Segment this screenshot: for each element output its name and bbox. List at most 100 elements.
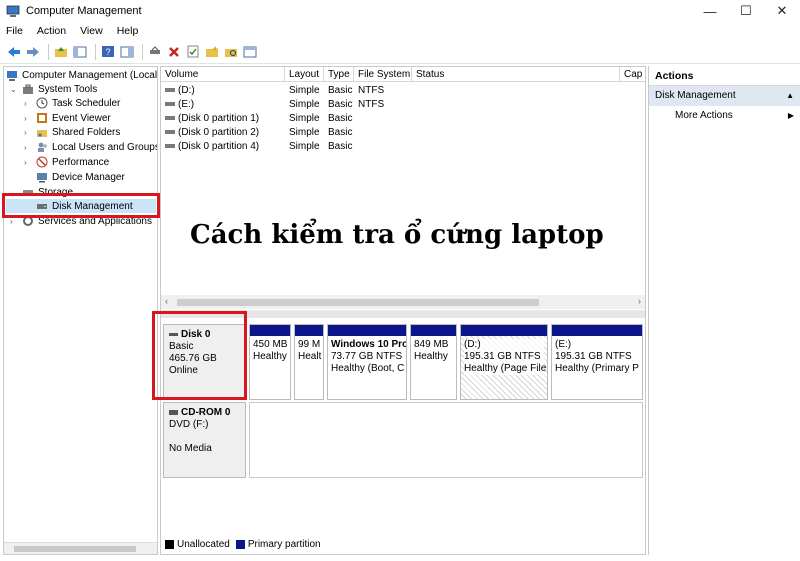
volume-type: Basic [328,84,353,96]
menu-help[interactable]: Help [117,25,139,37]
new-folder-icon[interactable] [204,44,220,60]
partition-block[interactable]: 99 M Healt [294,324,324,400]
tree-item-task-scheduler[interactable]: › Task Scheduler [24,96,120,110]
table-row[interactable]: (Disk 0 partition 4) Simple Basic [161,139,412,153]
tree-label-local-users: Local Users and Groups [52,141,158,153]
column-type[interactable]: Type [324,67,354,82]
up-folder-icon[interactable] [53,44,69,60]
table-row[interactable]: (Disk 0 partition 1) Simple Basic [161,111,412,125]
partition-block[interactable]: Windows 10 Pro 73.77 GB NTFS Healthy (Bo… [327,324,407,400]
volume-name: (Disk 0 partition 2) [178,126,260,138]
help-icon[interactable]: ? [100,44,116,60]
chevron-right-icon[interactable]: › [24,99,34,108]
tree-item-disk-management[interactable]: Disk Management [6,199,156,213]
cdrom-status: No Media [169,443,212,454]
partition-block-selected[interactable]: (D:) 195.31 GB NTFS Healthy (Page File, [460,324,548,400]
volume-layout: Simple [289,140,320,152]
tree-item-performance[interactable]: › Performance [24,155,109,169]
tree-item-shared-folders[interactable]: › Shared Folders [24,125,120,139]
chevron-right-icon[interactable]: › [24,158,34,167]
partition-status: Healthy (Page File, [464,363,548,374]
tree-horizontal-scrollbar[interactable] [4,542,157,554]
volume-table-header: Volume Layout Type File System Status Ca… [161,67,645,82]
checklist-icon[interactable] [185,44,201,60]
column-volume[interactable]: Volume [161,67,285,82]
partition-block[interactable]: (E:) 195.31 GB NTFS Healthy (Primary P [551,324,643,400]
chevron-right-icon[interactable]: › [24,143,34,152]
tree-item-event-viewer[interactable]: › Event Viewer [24,111,111,125]
console-view-icon[interactable] [242,44,258,60]
chevron-right-icon[interactable]: › [24,114,34,123]
cdrom-0-label[interactable]: CD-ROM 0 DVD (F:) No Media [163,402,246,478]
delete-icon[interactable] [166,44,182,60]
chevron-right-icon[interactable]: › [10,217,20,226]
tree-item-device-manager[interactable]: Device Manager [36,170,125,184]
scrollbar-thumb[interactable] [177,299,539,306]
actions-section-disk-management[interactable]: Disk Management ▲ [649,86,800,106]
tree-item-local-users[interactable]: › Local Users and Groups [24,140,158,154]
volume-name: (Disk 0 partition 1) [178,112,260,124]
tree-item-root[interactable]: Computer Management (Local [6,68,157,82]
partition-title: Windows 10 Pro [331,339,407,350]
tree-item-system-tools[interactable]: ⌄ System Tools [10,82,97,96]
tree-label-shared-folders: Shared Folders [52,126,121,138]
tree-item-services[interactable]: › Services and Applications [10,214,152,228]
chevron-down-icon[interactable]: ⌄ [10,85,20,94]
legend-unallocated-swatch [165,539,174,549]
maximize-button[interactable]: ☐ [728,0,764,22]
column-status[interactable]: Status [412,67,620,82]
show-hide-tree-icon[interactable] [72,44,88,60]
partition-color-bar [328,325,406,336]
tree-item-storage[interactable]: ⌄ Storage [10,185,73,199]
close-button[interactable]: ✕ [764,0,800,22]
partition-status: Healthy (Primary P [555,363,639,374]
table-row[interactable]: (E:) Simple Basic NTFS [161,97,412,111]
disk-graphical-view: Disk 0 Basic 465.76 GB Online 450 MB Hea… [161,318,645,538]
collapse-arrow-icon[interactable]: ▲ [786,86,794,106]
chevron-right-icon[interactable]: › [24,128,34,137]
menu-file[interactable]: File [6,25,23,37]
tree-label-performance: Performance [52,156,110,168]
partition-block[interactable]: 849 MB Healthy [410,324,457,400]
pane-splitter[interactable] [161,310,645,318]
more-actions-item[interactable]: More Actions ▶ [649,106,800,126]
back-arrow-icon[interactable] [6,44,22,60]
column-capacity[interactable]: Cap [620,67,645,82]
column-file-system[interactable]: File System [354,67,412,82]
legend-primary-label: Primary partition [247,538,321,550]
column-layout[interactable]: Layout [285,67,324,82]
properties-pane-icon[interactable] [119,44,135,60]
scrollbar-thumb[interactable] [14,546,136,552]
minimize-button[interactable]: — [692,0,728,22]
search-folder-icon[interactable] [223,44,239,60]
disk-name: Disk 0 [181,329,211,340]
disk-management-icon [36,200,48,212]
chevron-down-icon[interactable]: ⌄ [10,188,20,197]
overlay-caption: Cách kiểm tra ổ cứng laptop [190,220,604,250]
tree-label-storage: Storage [38,186,74,198]
menu-action[interactable]: Action [37,25,66,37]
svg-text:?: ? [105,47,110,57]
scroll-right-icon[interactable]: › [638,296,641,306]
partition-block[interactable]: 450 MB Healthy [249,324,291,400]
actions-section-label: Disk Management [655,90,736,101]
table-row[interactable]: (D:) Simple Basic NTFS [161,83,412,97]
forward-arrow-icon[interactable] [25,44,41,60]
volume-table-horizontal-scrollbar[interactable]: ‹ › [161,295,645,309]
partition-size: 195.31 GB NTFS [555,351,632,362]
menu-view[interactable]: View [80,25,103,37]
volume-name: (D:) [178,84,195,96]
connect-drive-icon[interactable] [147,44,163,60]
table-row[interactable]: (Disk 0 partition 2) Simple Basic [161,125,412,139]
tree-label-root: Computer Management (Local [22,69,158,81]
scroll-left-icon[interactable]: ‹ [165,296,168,306]
performance-icon [36,156,48,168]
volume-type: Basic [328,112,353,124]
volume-layout: Simple [289,112,320,124]
partition-title: (E:) [555,339,572,350]
actions-header: Actions [649,66,800,86]
disk-management-pane: Volume Layout Type File System Status Ca… [160,66,646,555]
computer-management-icon [6,5,20,17]
cdrom-empty-area[interactable] [249,402,643,478]
disk-0-label[interactable]: Disk 0 Basic 465.76 GB Online [163,324,246,400]
